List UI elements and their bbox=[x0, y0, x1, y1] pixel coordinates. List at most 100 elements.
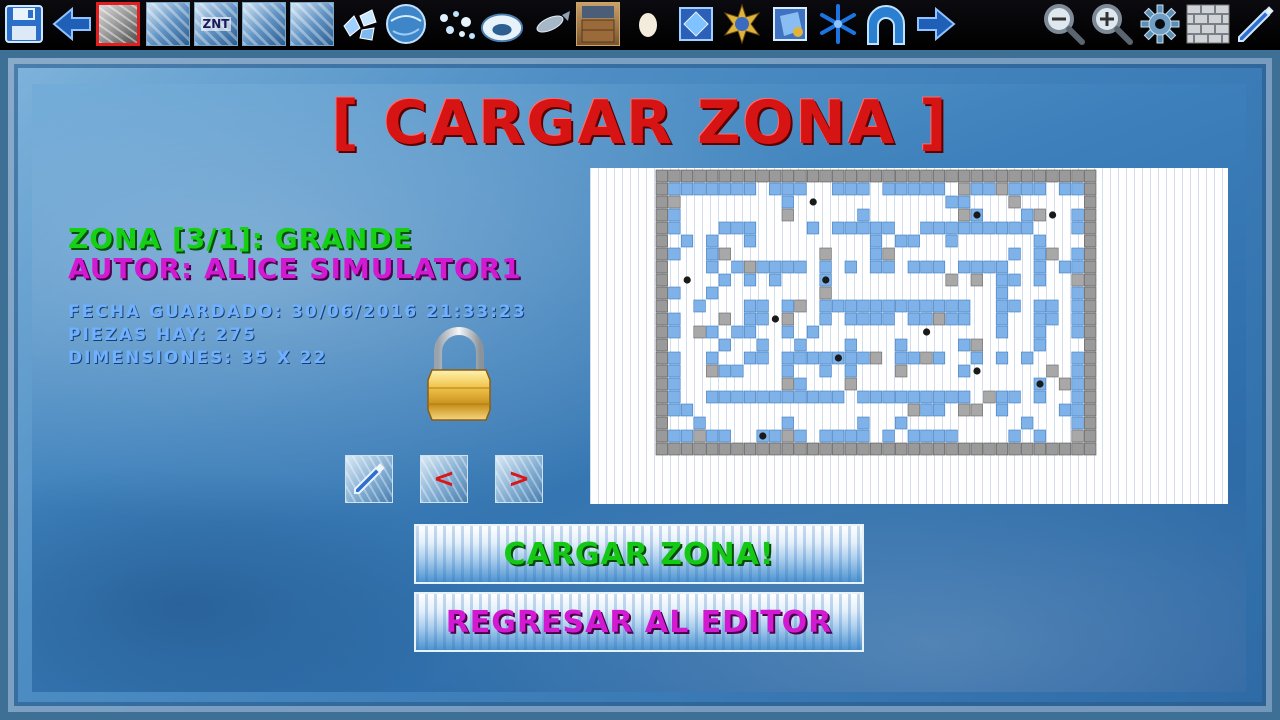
map-ice-tile bbox=[1071, 325, 1084, 339]
map-ice-tile bbox=[743, 390, 757, 404]
zoom-in-button[interactable] bbox=[1090, 2, 1134, 46]
grid-toggle-button[interactable] bbox=[1186, 2, 1230, 46]
map-penguin-marker bbox=[771, 315, 779, 323]
map-rock-tile bbox=[655, 364, 668, 378]
map-ice-tile bbox=[857, 299, 870, 313]
map-ice-tile bbox=[895, 299, 908, 313]
map-rock-tile bbox=[869, 351, 883, 365]
save-button[interactable] bbox=[2, 2, 46, 46]
map-penguin-marker bbox=[822, 276, 830, 284]
return-to-editor-button[interactable]: REGRESAR AL EDITOR bbox=[414, 592, 864, 652]
ice-shards-button[interactable] bbox=[338, 2, 382, 46]
ice-shards-icon bbox=[343, 9, 377, 41]
map-ice-tile bbox=[995, 260, 1009, 274]
map-ice-tile bbox=[920, 299, 933, 313]
ice-ball-button[interactable] bbox=[384, 2, 428, 46]
map-rock-tile bbox=[869, 169, 883, 183]
map-rock-tile bbox=[655, 351, 668, 365]
map-ice-tile bbox=[844, 351, 857, 365]
map-ice-tile bbox=[1071, 377, 1084, 391]
map-ice-tile bbox=[668, 208, 681, 222]
blue-gem-icon bbox=[679, 7, 713, 41]
edit-mode-button[interactable] bbox=[1234, 2, 1278, 46]
tile-rock-selected[interactable] bbox=[96, 2, 140, 46]
snow-dots-button[interactable] bbox=[434, 2, 478, 46]
map-rock-tile bbox=[655, 286, 668, 300]
map-ice-tile bbox=[995, 403, 1009, 417]
map-ice-tile bbox=[819, 390, 832, 404]
map-penguin-marker bbox=[809, 198, 817, 206]
map-ice-tile bbox=[869, 390, 883, 404]
zone-author-label: AUTOR: ALICE SIMULATOR1 bbox=[68, 252, 522, 285]
settings-button[interactable] bbox=[1138, 2, 1182, 46]
wooden-stand-button[interactable] bbox=[576, 2, 620, 46]
padlock-icon[interactable] bbox=[424, 326, 494, 424]
back-arrow-button[interactable] bbox=[50, 2, 94, 46]
ice-ball-icon bbox=[386, 4, 426, 44]
map-ice-tile bbox=[1033, 312, 1046, 326]
map-ice-tile bbox=[945, 234, 958, 248]
ice-portal-button[interactable] bbox=[864, 2, 908, 46]
map-ice-tile bbox=[668, 221, 681, 235]
pencil-icon bbox=[1238, 6, 1274, 42]
map-ice-tile bbox=[769, 260, 782, 274]
next-zone-button[interactable]: > bbox=[495, 455, 543, 503]
map-ice-tile bbox=[819, 312, 832, 326]
map-ice-tile bbox=[920, 390, 933, 404]
map-rock-tile bbox=[1084, 364, 1097, 378]
map-ice-tile bbox=[781, 416, 794, 430]
igloo-button[interactable] bbox=[480, 2, 524, 46]
ice-block-button[interactable] bbox=[768, 2, 812, 46]
arrow-left-icon bbox=[52, 7, 91, 41]
map-ice-tile bbox=[958, 195, 971, 209]
fish-button[interactable] bbox=[530, 2, 574, 46]
blue-gem-button[interactable] bbox=[674, 2, 718, 46]
brick-wall-icon bbox=[1186, 4, 1230, 44]
map-ice-tile bbox=[932, 403, 946, 417]
gold-sun-button[interactable] bbox=[720, 2, 764, 46]
tile-znt[interactable]: ZNT bbox=[194, 2, 238, 46]
map-rock-tile bbox=[945, 273, 958, 287]
map-ice-tile bbox=[932, 351, 946, 365]
map-ice-tile bbox=[932, 221, 946, 235]
map-ice-tile bbox=[844, 299, 857, 313]
map-rock-tile bbox=[655, 169, 668, 183]
forward-arrow-button[interactable] bbox=[914, 2, 958, 46]
fish-icon bbox=[536, 11, 570, 33]
map-ice-tile bbox=[1033, 390, 1046, 404]
map-rock-tile bbox=[895, 169, 908, 183]
map-rock-tile bbox=[655, 338, 668, 352]
snowflake-icon bbox=[820, 4, 856, 44]
pencil-icon bbox=[354, 463, 385, 494]
map-rock-tile bbox=[844, 169, 857, 183]
map-penguin-marker bbox=[759, 432, 767, 440]
tile-ice-3[interactable] bbox=[290, 2, 334, 46]
map-rock-tile bbox=[655, 312, 668, 326]
map-ice-tile bbox=[743, 312, 757, 326]
map-ice-tile bbox=[769, 429, 782, 443]
snowflake-button[interactable] bbox=[816, 2, 860, 46]
tile-ice-1[interactable] bbox=[146, 2, 190, 46]
load-zone-button[interactable]: CARGAR ZONA! bbox=[414, 524, 864, 584]
previous-zone-button[interactable]: < bbox=[420, 455, 468, 503]
zoom-out-button[interactable] bbox=[1042, 2, 1086, 46]
map-ice-tile bbox=[718, 429, 731, 443]
map-ice-tile bbox=[895, 351, 908, 365]
next-zone-label: > bbox=[508, 464, 530, 494]
egg-button[interactable] bbox=[626, 2, 670, 46]
map-rock-tile bbox=[1046, 247, 1059, 261]
map-ice-tile bbox=[857, 312, 870, 326]
map-rock-tile bbox=[832, 169, 845, 183]
map-rock-tile bbox=[1033, 169, 1046, 183]
map-ice-tile bbox=[806, 351, 820, 365]
map-ice-tile bbox=[895, 182, 908, 196]
map-ice-tile bbox=[743, 221, 757, 235]
tile-ice-2[interactable] bbox=[242, 2, 286, 46]
map-rock-tile bbox=[718, 169, 731, 183]
map-rock-tile bbox=[1084, 195, 1097, 209]
map-rock-tile bbox=[907, 169, 920, 183]
map-ice-tile bbox=[743, 325, 757, 339]
map-ice-tile bbox=[920, 312, 933, 326]
edit-zone-button[interactable] bbox=[345, 455, 393, 503]
map-rock-tile bbox=[1033, 208, 1046, 222]
